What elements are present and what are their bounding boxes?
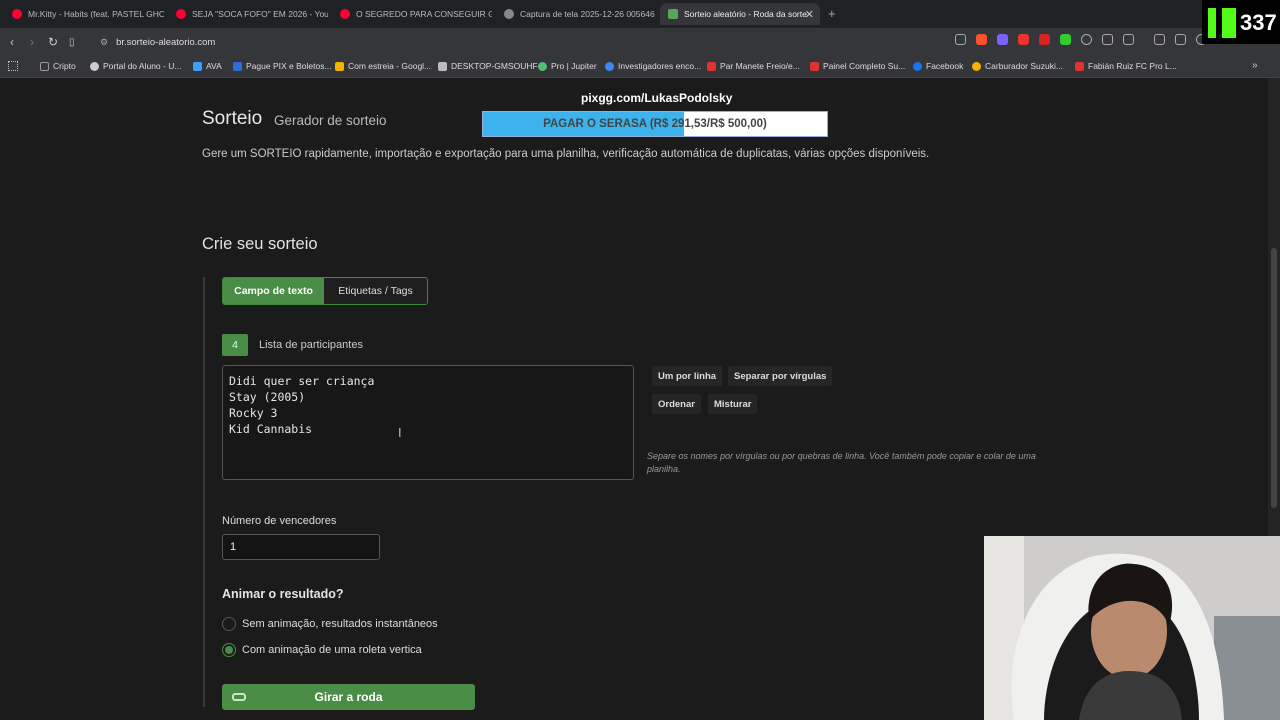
- page-title: Sorteio: [202, 108, 263, 129]
- bookmark-item[interactable]: Carburador Suzuki...: [972, 61, 1063, 71]
- drive-icon: [335, 61, 344, 71]
- section-divider: [203, 277, 205, 707]
- browser-tab-3[interactable]: O SEGREDO PARA CONSEGUIR GUA: [332, 3, 492, 25]
- bookmark-item[interactable]: Com estreia - Googl...: [335, 61, 431, 71]
- sort-button[interactable]: Ordenar: [652, 394, 701, 414]
- bookmark-item[interactable]: Fabián Ruiz FC Pro L...: [1075, 61, 1177, 71]
- tab-campo-de-texto[interactable]: Campo de texto: [223, 278, 324, 304]
- site-icon: [707, 61, 716, 71]
- bookmark-item[interactable]: Facebook: [913, 61, 963, 71]
- donation-goal-bar: PAGAR O SERASA (R$ 291,53/R$ 500,00): [482, 111, 828, 137]
- screenshot-icon[interactable]: [1123, 34, 1134, 45]
- globe-icon: [504, 9, 514, 19]
- google-icon: [605, 61, 614, 71]
- bookmark-item[interactable]: DESKTOP-GMSOUHF: [438, 61, 538, 71]
- donation-goal-text: PAGAR O SERASA (R$ 291,53/R$ 500,00): [543, 118, 767, 130]
- webcam-overlay: [984, 536, 1280, 720]
- shuffle-button[interactable]: Misturar: [708, 394, 758, 414]
- bookmark-item[interactable]: Cripto: [40, 61, 76, 71]
- radio-circle-icon[interactable]: [222, 617, 236, 631]
- apps-grid-icon[interactable]: [8, 61, 18, 71]
- browser-tab-strip: Mr.Kitty - Habits (feat. PASTEL GHOS SEJ…: [0, 0, 1280, 28]
- kick-viewer-count: 337: [1240, 10, 1277, 35]
- site-icon: [538, 61, 547, 71]
- site-info-icon[interactable]: ⚙: [100, 37, 108, 48]
- radio-selected-icon[interactable]: [222, 643, 236, 657]
- tab-etiquetas-tags[interactable]: Etiquetas / Tags: [324, 278, 427, 304]
- back-icon[interactable]: ‹: [10, 35, 14, 49]
- youtube-icon: [176, 9, 186, 19]
- bookmark-item[interactable]: Par Manete Freio/e...: [707, 61, 800, 71]
- bookmark-item[interactable]: Investigadores enco...: [605, 61, 701, 71]
- reload-icon[interactable]: ↻: [48, 35, 58, 49]
- radio-with-animation[interactable]: Com animação de uma roleta vertica: [222, 643, 422, 657]
- bookmark-item[interactable]: Pro | Jupiter: [538, 61, 597, 71]
- one-per-line-button[interactable]: Um por linha: [652, 366, 723, 386]
- facebook-icon: [913, 61, 922, 71]
- extension-icon[interactable]: [1018, 34, 1029, 45]
- youtube-icon: [340, 9, 350, 19]
- winners-label: Número de vencedores: [222, 515, 337, 527]
- folder-icon: [40, 61, 49, 71]
- separate-commas-button[interactable]: Separar por vírgulas: [728, 366, 833, 386]
- extension-icon[interactable]: [997, 34, 1008, 45]
- pix-overlay-url: pixgg.com/LukasPodolsky: [581, 91, 733, 105]
- bookmark-item[interactable]: Portal do Aluno - U...: [90, 61, 181, 71]
- youtube-icon: [12, 9, 22, 19]
- kick-logo-icon: [1208, 8, 1236, 38]
- sidebar-icon[interactable]: [1175, 34, 1186, 45]
- extensions-toolbar: [955, 34, 1207, 45]
- more-bookmarks-icon[interactable]: »: [1252, 60, 1258, 71]
- wheel-icon: [232, 693, 246, 701]
- site-icon: [90, 61, 99, 71]
- page-subtitle: Gerador de sorteio: [274, 113, 387, 128]
- play-extension-icon[interactable]: [1060, 34, 1071, 45]
- browser-tab-4[interactable]: Captura de tela 2025-12-26 005646: [496, 3, 656, 25]
- text-cursor-icon: I: [398, 425, 402, 440]
- media-icon[interactable]: [1154, 34, 1165, 45]
- input-mode-tabs: Campo de texto Etiquetas / Tags: [222, 277, 428, 305]
- bookmark-page-icon[interactable]: ▯: [69, 37, 75, 48]
- site-icon: [438, 61, 447, 71]
- bookmark-item[interactable]: AVA: [193, 61, 222, 71]
- site-icon: [193, 61, 202, 71]
- participants-textarea[interactable]: [222, 365, 634, 480]
- forward-icon[interactable]: ›: [30, 35, 34, 49]
- share-icon[interactable]: [955, 34, 966, 45]
- extension-icon[interactable]: [1039, 34, 1050, 45]
- site-icon: [1075, 61, 1084, 71]
- sorteio-favicon-icon: [668, 9, 678, 19]
- page-description: Gere um SORTEIO rapidamente, importação …: [202, 148, 930, 160]
- spin-wheel-button[interactable]: Girar a roda: [222, 684, 475, 710]
- webcam-image: [984, 536, 1280, 720]
- close-tab-icon[interactable]: ✕: [805, 8, 814, 21]
- participant-count-badge: 4: [222, 334, 248, 356]
- bookmarks-bar: Cripto Portal do Aluno - U... AVA Pague …: [0, 56, 1280, 78]
- brave-shield-icon[interactable]: [976, 34, 987, 45]
- participants-label: Lista de participantes: [259, 339, 363, 351]
- site-icon: [810, 61, 819, 71]
- participants-hint: Separe os nomes por vírgulas ou por queb…: [647, 451, 1036, 474]
- bookmark-item[interactable]: Pague PIX e Boletos...: [233, 61, 332, 71]
- section-title: Crie seu sorteio: [202, 235, 318, 253]
- browser-tab-active[interactable]: Sorteio aleatório - Roda da sorte ✕: [660, 3, 820, 25]
- scrollbar-thumb[interactable]: [1271, 248, 1277, 508]
- new-tab-icon[interactable]: +: [828, 6, 836, 21]
- site-icon: [233, 61, 242, 71]
- radio-no-animation[interactable]: Sem animação, resultados instantâneos: [222, 617, 438, 631]
- puzzle-icon[interactable]: [1102, 34, 1113, 45]
- drive-icon: [972, 61, 981, 71]
- browser-tab-2[interactable]: SEJA "SOCA FOFO" EM 2026 - YouTu: [168, 3, 328, 25]
- animate-label: Animar o resultado?: [222, 587, 344, 601]
- winners-input[interactable]: [222, 534, 380, 560]
- browser-tab-1[interactable]: Mr.Kitty - Habits (feat. PASTEL GHOS: [4, 3, 164, 25]
- url-field[interactable]: ⚙ br.sorteio-aleatorio.com: [100, 32, 215, 52]
- bookmark-item[interactable]: Painel Completo Su...: [810, 61, 905, 71]
- extension-icon[interactable]: [1081, 34, 1092, 45]
